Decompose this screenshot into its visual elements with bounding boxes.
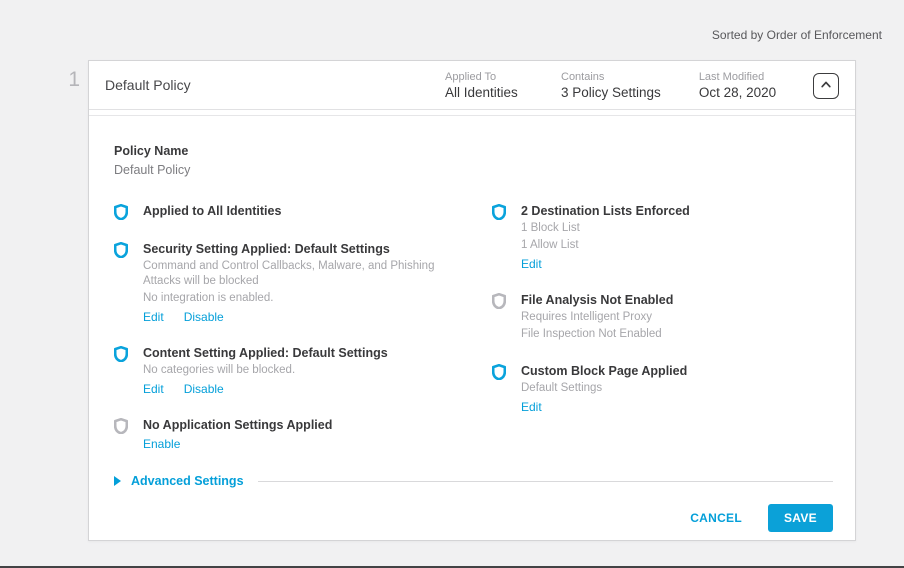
- edit-link[interactable]: Edit: [521, 400, 542, 414]
- shield-icon: [492, 293, 506, 342]
- setting-description: Default Settings: [521, 381, 687, 396]
- page: Sorted by Order of Enforcement 1 Default…: [0, 0, 904, 568]
- meta-label: Contains: [561, 71, 661, 83]
- meta-applied-to: Applied To All Identities: [445, 71, 523, 100]
- setting-title: Content Setting Applied: Default Setting…: [143, 345, 388, 361]
- setting-description: 1 Block List: [521, 221, 690, 236]
- disable-link[interactable]: Disable: [184, 310, 224, 324]
- action-bar: CANCEL SAVE: [114, 504, 833, 532]
- collapse-button[interactable]: [813, 73, 839, 99]
- setting-description: 1 Allow List: [521, 238, 690, 253]
- setting-links: Edit: [521, 257, 690, 271]
- settings-columns: Applied to All Identities Security Setti…: [114, 203, 833, 472]
- setting-description: No integration is enabled.: [143, 291, 463, 306]
- edit-link[interactable]: Edit: [143, 310, 164, 324]
- meta-contains: Contains 3 Policy Settings: [561, 71, 661, 100]
- setting-title: Applied to All Identities: [143, 203, 281, 219]
- setting-title: 2 Destination Lists Enforced: [521, 203, 690, 219]
- setting-links: Edit Disable: [143, 310, 463, 324]
- setting-item-security: Security Setting Applied: Default Settin…: [114, 241, 492, 324]
- setting-links: Edit Disable: [143, 382, 388, 396]
- setting-title: Security Setting Applied: Default Settin…: [143, 241, 463, 257]
- setting-item-content: Content Setting Applied: Default Setting…: [114, 345, 492, 396]
- shield-icon: [114, 418, 128, 451]
- settings-column-left: Applied to All Identities Security Setti…: [114, 203, 492, 472]
- settings-column-right: 2 Destination Lists Enforced 1 Block Lis…: [492, 203, 833, 435]
- policy-card-body: Policy Name Default Policy Applied to Al…: [89, 115, 855, 540]
- enable-link[interactable]: Enable: [143, 437, 180, 451]
- policy-name-block: Policy Name Default Policy: [114, 144, 833, 177]
- shield-icon: [114, 242, 128, 324]
- setting-description: Requires Intelligent Proxy: [521, 310, 673, 325]
- chevron-up-icon: [819, 78, 833, 94]
- meta-last-modified: Last Modified Oct 28, 2020: [699, 71, 777, 100]
- setting-title: No Application Settings Applied: [143, 417, 332, 433]
- shield-icon: [114, 204, 128, 220]
- meta-value: 3 Policy Settings: [561, 85, 661, 100]
- policy-meta: Applied To All Identities Contains 3 Pol…: [445, 61, 777, 110]
- edit-link[interactable]: Edit: [521, 257, 542, 271]
- setting-item-application: No Application Settings Applied Enable: [114, 417, 492, 451]
- policy-title: Default Policy: [105, 77, 191, 93]
- policy-card: Default Policy Applied To All Identities…: [88, 60, 856, 541]
- policy-name-value: Default Policy: [114, 163, 833, 177]
- shield-icon: [492, 204, 506, 271]
- meta-value: All Identities: [445, 85, 523, 100]
- shield-icon: [114, 346, 128, 396]
- advanced-settings-row: Advanced Settings: [114, 472, 833, 490]
- divider-line: [258, 481, 833, 482]
- advanced-settings-toggle[interactable]: Advanced Settings: [131, 474, 244, 488]
- disable-link[interactable]: Disable: [184, 382, 224, 396]
- edit-link[interactable]: Edit: [143, 382, 164, 396]
- expand-triangle-icon: [114, 476, 121, 486]
- shield-icon: [492, 364, 506, 414]
- policy-name-label: Policy Name: [114, 144, 833, 158]
- policy-card-header: Default Policy Applied To All Identities…: [89, 61, 855, 110]
- setting-description: File Inspection Not Enabled: [521, 327, 673, 342]
- cancel-button[interactable]: CANCEL: [690, 511, 742, 525]
- meta-label: Applied To: [445, 71, 523, 83]
- setting-description: Command and Control Callbacks, Malware, …: [143, 259, 463, 289]
- setting-item-block-page: Custom Block Page Applied Default Settin…: [492, 363, 833, 414]
- policy-order-number: 1: [52, 68, 80, 92]
- setting-links: Enable: [143, 437, 332, 451]
- sorted-by-label: Sorted by Order of Enforcement: [712, 28, 882, 42]
- meta-value: Oct 28, 2020: [699, 85, 777, 100]
- setting-title: Custom Block Page Applied: [521, 363, 687, 379]
- setting-description: No categories will be blocked.: [143, 363, 388, 378]
- setting-item-file-analysis: File Analysis Not Enabled Requires Intel…: [492, 292, 833, 342]
- meta-label: Last Modified: [699, 71, 777, 83]
- setting-item-identities: Applied to All Identities: [114, 203, 492, 220]
- save-button[interactable]: SAVE: [768, 504, 833, 532]
- setting-title: File Analysis Not Enabled: [521, 292, 673, 308]
- setting-links: Edit: [521, 400, 687, 414]
- setting-item-destination-lists: 2 Destination Lists Enforced 1 Block Lis…: [492, 203, 833, 271]
